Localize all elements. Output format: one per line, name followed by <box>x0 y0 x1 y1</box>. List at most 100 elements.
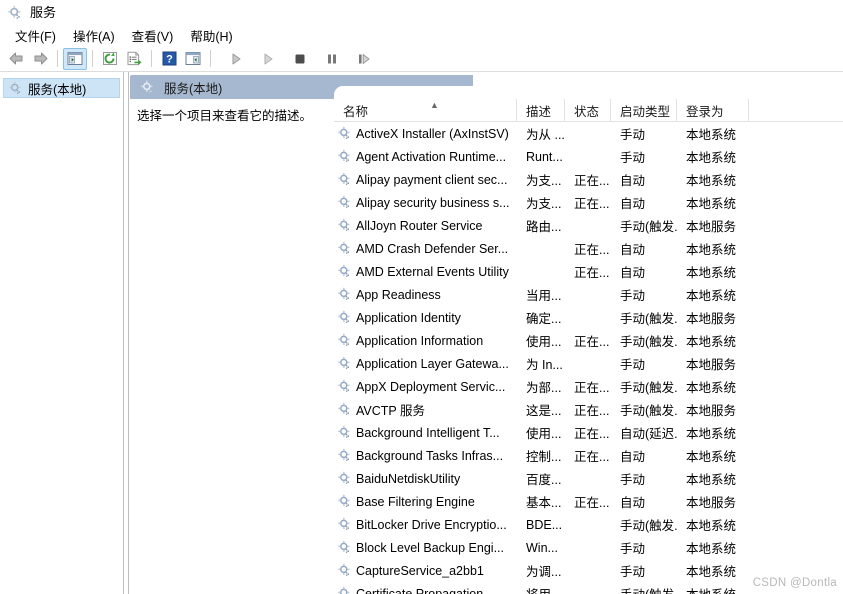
service-logon-as: 本地系统 <box>686 197 737 211</box>
service-name: Background Intelligent T... <box>334 421 517 444</box>
forward-icon[interactable] <box>28 48 52 70</box>
service-logon-as: 本地系统 <box>686 335 737 349</box>
service-startup-type: 自动 <box>620 496 646 510</box>
column-header-status[interactable]: 状态 <box>565 99 611 122</box>
service-name: Application Identity <box>334 306 517 329</box>
start-service-icon[interactable] <box>224 48 248 70</box>
table-row[interactable]: AllJoyn Router Service 路由... 手动(触发... 本地服务 <box>334 214 843 237</box>
table-row[interactable]: Agent Activation Runtime... Runt... 手动 本地系统 <box>334 145 843 168</box>
gear-icon <box>337 218 352 233</box>
service-name: Block Level Backup Engi... <box>334 536 517 559</box>
table-row[interactable]: BaiduNetdiskUtility 百度... 手动 本地系统 <box>334 467 843 490</box>
help-icon[interactable]: ? <box>157 48 181 70</box>
service-description <box>517 260 565 283</box>
gear-icon <box>337 563 352 578</box>
service-name-label: BitLocker Drive Encryptio... <box>356 517 507 532</box>
service-name-label: AppX Deployment Servic... <box>356 379 506 394</box>
service-status: 正在... <box>574 404 610 418</box>
table-row[interactable]: Block Level Backup Engi... Win... 手动 本地系统 <box>334 536 843 559</box>
service-description: 将用... <box>517 582 565 594</box>
service-status <box>565 513 611 536</box>
menu-bar: 文件(F) 操作(A) 查看(V) 帮助(H) <box>0 25 843 46</box>
table-row[interactable]: BitLocker Drive Encryptio... BDE... 手动(触发.… <box>334 513 843 536</box>
service-description: 当用... <box>526 289 562 303</box>
service-startup-type: 手动 <box>620 565 646 579</box>
table-row[interactable]: Background Tasks Infras... 控制... 正在... 自动 本地… <box>334 444 843 467</box>
service-description: 为调... <box>526 565 562 579</box>
table-row[interactable]: Application Identity 确定... 手动(触发... 本地服务 <box>334 306 843 329</box>
detail-pane-title: 服务(本地) <box>164 81 223 96</box>
service-status <box>565 145 611 168</box>
table-row[interactable]: ActiveX Installer (AxInstSV) 为从 ... 手动 本地系统 <box>334 122 843 145</box>
service-description: Win... <box>526 540 558 555</box>
table-row[interactable]: AppX Deployment Servic... 为部... 正在... 手动(触发… <box>334 375 843 398</box>
show-action-pane-icon[interactable] <box>181 48 205 70</box>
table-row[interactable]: App Readiness 当用... 手动 本地系统 <box>334 283 843 306</box>
table-row[interactable]: AMD External Events Utility 正在... 自动 本地系统 <box>334 260 843 283</box>
service-startup-type: 手动(触发... <box>620 381 677 395</box>
menu-file[interactable]: 文件(F) <box>7 24 65 47</box>
gear-icon <box>337 448 352 463</box>
export-list-icon[interactable] <box>122 48 146 70</box>
column-header-description[interactable]: 描述 <box>517 99 565 122</box>
menu-action[interactable]: 操作(A) <box>65 24 124 47</box>
detail-description: 选择一个项目来查看它的描述。 <box>137 109 313 123</box>
service-description: 这是... <box>526 404 562 418</box>
service-startup-type: 手动(触发... <box>620 220 677 234</box>
service-logon-as: 本地系统 <box>686 128 737 142</box>
show-hide-tree-icon[interactable] <box>63 47 87 70</box>
service-status <box>565 352 611 375</box>
service-name: AMD Crash Defender Ser... <box>334 237 517 260</box>
list-header-row: 名称 ▲ 描述 状态 启动类型 登录为 <box>334 99 843 122</box>
service-status <box>565 467 611 490</box>
restart-service-icon[interactable] <box>256 48 280 70</box>
service-logon-as: 本地系统 <box>686 151 737 165</box>
service-name-label: AMD Crash Defender Ser... <box>356 241 509 256</box>
service-status <box>565 582 611 594</box>
service-description: Runt... <box>526 149 563 164</box>
service-startup-type: 手动 <box>620 473 646 487</box>
menu-help[interactable]: 帮助(H) <box>182 24 241 47</box>
back-icon[interactable] <box>4 48 28 70</box>
tree-node-services-local[interactable]: 服务(本地) <box>3 78 120 98</box>
service-name: Alipay payment client sec... <box>334 168 517 191</box>
service-status: 正在... <box>574 335 610 349</box>
toolbar-separator <box>57 50 58 67</box>
table-row[interactable]: Application Information 使用... 正在... 手动(触发..… <box>334 329 843 352</box>
refresh-icon[interactable] <box>98 48 122 70</box>
gear-icon <box>337 195 352 210</box>
table-row[interactable]: AMD Crash Defender Ser... 正在... 自动 本地系统 <box>334 237 843 260</box>
table-row[interactable]: AVCTP 服务 这是... 正在... 手动(触发... 本地服务 <box>334 398 843 421</box>
table-row[interactable]: Alipay payment client sec... 为支... 正在... 自动… <box>334 168 843 191</box>
column-header-name[interactable]: 名称 ▲ <box>334 99 517 122</box>
service-name: AVCTP 服务 <box>334 398 517 421</box>
service-name-label: ActiveX Installer (AxInstSV) <box>356 126 509 141</box>
service-name: Application Layer Gatewa... <box>334 352 517 375</box>
gear-icon <box>337 471 352 486</box>
column-header-log-on-as[interactable]: 登录为 <box>677 99 749 122</box>
table-row[interactable]: Application Layer Gatewa... 为 In... 手动 本地服务 <box>334 352 843 375</box>
pause-service-icon[interactable] <box>320 48 344 70</box>
service-logon-as: 本地系统 <box>686 381 737 395</box>
gear-icon <box>8 81 23 96</box>
table-row[interactable]: Base Filtering Engine 基本... 正在... 自动 本地服务 <box>334 490 843 513</box>
stop-service-icon[interactable] <box>288 48 312 70</box>
menu-view[interactable]: 查看(V) <box>124 24 183 47</box>
gear-icon <box>337 149 352 164</box>
resume-service-icon[interactable] <box>352 48 376 70</box>
service-name-label: Application Identity <box>356 310 461 325</box>
column-header-label: 名称 <box>343 104 369 119</box>
service-name-label: Agent Activation Runtime... <box>356 149 507 164</box>
service-logon-as: 本地系统 <box>686 519 737 533</box>
gear-icon <box>337 241 352 256</box>
title-bar: 服务 <box>0 0 843 25</box>
column-header-startup-type[interactable]: 启动类型 <box>611 99 677 122</box>
service-status <box>565 306 611 329</box>
table-row[interactable]: Background Intelligent T... 使用... 正在... 自动(… <box>334 421 843 444</box>
service-startup-type: 手动 <box>620 358 646 372</box>
gear-icon <box>337 586 352 594</box>
detail-pane-header-corner <box>334 86 474 100</box>
table-row[interactable]: Alipay security business s... 为支... 正在... 自… <box>334 191 843 214</box>
toolbar-separator <box>210 50 211 67</box>
gear-icon <box>337 172 352 187</box>
